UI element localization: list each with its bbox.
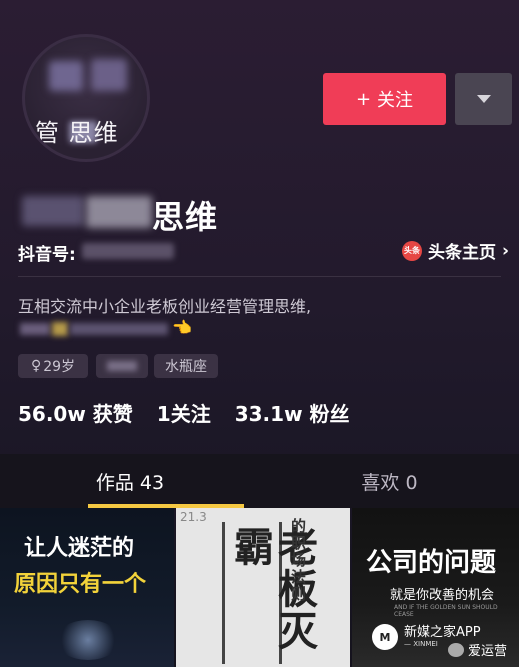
zodiac-tag: 水瓶座 xyxy=(154,354,218,378)
avatar-text: 管 思维 xyxy=(35,119,119,147)
divider xyxy=(18,276,501,277)
bio-text: 互相交流中小企业老板创业经营管理思维, xyxy=(18,297,312,316)
following-stat[interactable]: 1关注 xyxy=(157,398,211,427)
avatar-blur xyxy=(91,59,127,91)
name-blur xyxy=(22,196,84,226)
avatar[interactable]: 管 思维 xyxy=(22,34,150,162)
followers-label: 粉丝 xyxy=(309,402,350,426)
pointing-hand-icon: 👈 xyxy=(172,318,192,337)
thumbnail-figure xyxy=(56,620,120,660)
female-icon: ♀ xyxy=(30,358,42,374)
following-label: 关注 xyxy=(170,402,211,426)
tab-works[interactable]: 作品 43 xyxy=(0,454,260,508)
followers-stat[interactable]: 33.1w 粉丝 xyxy=(235,398,350,427)
video-thumbnail[interactable]: 21.3 老板灭霸 的职场法则 xyxy=(176,508,350,667)
tab-likes[interactable]: 喜欢 0 xyxy=(260,454,519,508)
follow-label: 关注 xyxy=(377,90,414,111)
thumbnail-fine-print: AND IF THE GOLDEN SUN SHOULD CEASE xyxy=(394,604,498,618)
thumbnail-caption: 让人迷茫的 xyxy=(24,536,135,561)
followers-count: 33.1w xyxy=(234,402,303,426)
thumbnail-caption: 原因只有一个 xyxy=(14,572,147,597)
thumbnail-subtitle: 的职场法则 xyxy=(289,518,307,603)
following-count: 1 xyxy=(156,402,171,426)
plus-icon: + xyxy=(355,88,372,110)
likes-count: 56.0w xyxy=(18,402,86,426)
avatar-blur xyxy=(49,61,83,91)
likes-label: 获赞 xyxy=(92,402,133,426)
chevron-down-icon xyxy=(476,95,491,103)
douyin-id-blur xyxy=(82,243,174,259)
watermark-account: 爱运营 xyxy=(448,640,507,659)
douyin-id-label: 抖音号: xyxy=(18,245,76,265)
age-tag-label: 29岁 xyxy=(43,359,76,375)
bio-blur xyxy=(52,322,68,336)
more-options-button[interactable] xyxy=(455,73,512,125)
watermark-brand: 新媒之家APP xyxy=(404,625,481,640)
name-blur xyxy=(86,196,152,228)
likes-stat[interactable]: 56.0w 获赞 xyxy=(18,398,133,427)
profile-name: 思维 xyxy=(152,198,219,236)
content-tabs: 作品 43 喜欢 0 xyxy=(0,454,519,508)
wechat-icon xyxy=(448,642,464,657)
xinmei-logo-icon: M xyxy=(372,624,398,650)
watermark-account-name: 爱运营 xyxy=(468,644,508,659)
thumbnail-corner-text: 21.3 xyxy=(180,510,207,524)
thumbnail-subtitle: 就是你改善的机会 xyxy=(390,588,495,603)
video-thumbnail[interactable]: 让人迷茫的 原因只有一个 xyxy=(0,508,174,667)
bio-blur xyxy=(20,323,50,335)
chevron-right-icon: › xyxy=(501,240,509,261)
age-tag: ♀ 29岁 xyxy=(18,354,88,378)
thumbnail-title: 公司的问题 xyxy=(366,548,497,578)
toutiao-icon: 头条 xyxy=(401,240,422,261)
follow-button[interactable]: + 关注 xyxy=(323,73,446,125)
stats-row: 56.0w 获赞 1关注 33.1w 粉丝 xyxy=(18,398,350,427)
headline-homepage-link[interactable]: 头条 头条主页 › xyxy=(401,238,509,263)
bio-blur xyxy=(70,323,168,335)
headline-link-label: 头条主页 xyxy=(427,243,496,263)
location-tag-blur xyxy=(96,354,148,378)
